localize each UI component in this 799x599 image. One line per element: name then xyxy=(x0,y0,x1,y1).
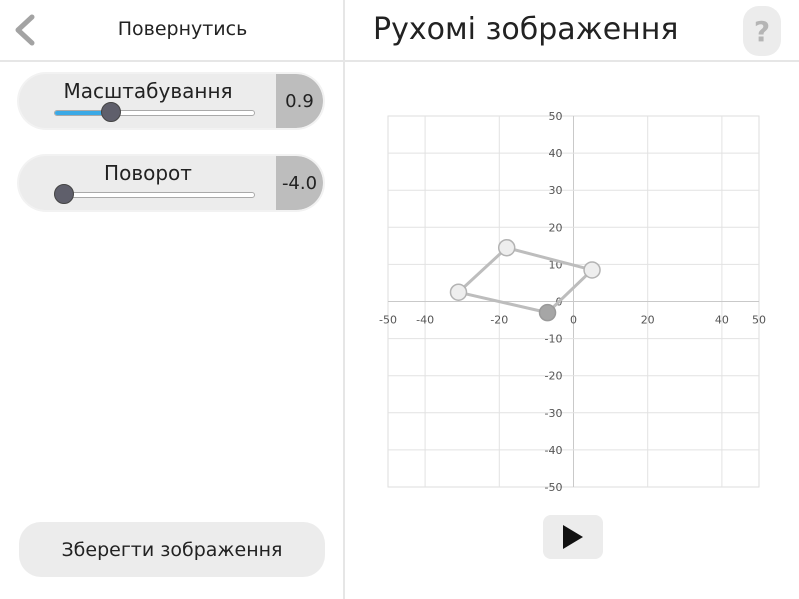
save-image-button[interactable]: Зберегти зображення xyxy=(19,522,325,577)
y-tick-label: -50 xyxy=(545,481,563,494)
vertex-point[interactable] xyxy=(538,303,557,322)
rotation-slider-card: Поворот -4.0 xyxy=(19,156,323,210)
header-divider xyxy=(0,60,799,62)
scale-slider-label: Масштабування xyxy=(63,79,233,103)
play-icon xyxy=(563,525,583,549)
y-tick-label: -30 xyxy=(545,407,563,420)
panel-divider xyxy=(343,0,345,599)
page-title: Рухомі зображення xyxy=(373,12,679,47)
x-tick-label: 50 xyxy=(752,314,766,327)
y-tick-label: -20 xyxy=(545,370,563,383)
y-tick-label: -40 xyxy=(545,444,563,457)
y-tick-label: 30 xyxy=(549,184,563,197)
y-tick-label: 50 xyxy=(549,110,563,123)
y-tick-label: -10 xyxy=(545,333,563,346)
vertex-point[interactable] xyxy=(449,283,468,301)
x-tick-label: 40 xyxy=(715,314,729,327)
x-tick-label: -50 xyxy=(379,314,397,327)
rotation-slider-knob[interactable] xyxy=(54,184,74,204)
x-tick-label: -20 xyxy=(490,314,508,327)
left-panel: Повернутись Масштабування 0.9 Поворот -4… xyxy=(0,0,343,599)
back-label[interactable]: Повернутись xyxy=(60,18,305,40)
rotation-slider-track[interactable] xyxy=(54,192,255,198)
scale-slider-card: Масштабування 0.9 xyxy=(19,74,323,128)
scale-slider-track[interactable] xyxy=(54,110,255,116)
y-tick-label: 20 xyxy=(549,221,563,234)
x-tick-label: 0 xyxy=(570,314,577,327)
scale-value: 0.9 xyxy=(276,74,323,128)
play-button[interactable] xyxy=(543,515,603,559)
coordinate-plot: -50 -40 -20 0 20 40 50 50 40 30 20 10 0 -10 -20 -30 -40-… xyxy=(372,100,772,500)
chevron-left-icon xyxy=(15,14,35,46)
x-tick-label: -40 xyxy=(416,314,434,327)
back-button[interactable] xyxy=(8,10,42,50)
x-tick-label: 20 xyxy=(641,314,655,327)
rotation-slider-label: Поворот xyxy=(104,161,192,185)
vertex-point[interactable] xyxy=(583,261,601,279)
question-mark-icon: ? xyxy=(753,14,771,48)
y-tick-label: 40 xyxy=(549,147,563,160)
rotation-value: -4.0 xyxy=(276,156,323,210)
scale-slider-knob[interactable] xyxy=(100,102,121,122)
plot-svg: -50 -40 -20 0 20 40 5050403020100-10-20-30-40-… xyxy=(379,110,766,494)
help-button[interactable]: ? xyxy=(743,6,781,56)
vertex-point[interactable] xyxy=(497,238,516,257)
